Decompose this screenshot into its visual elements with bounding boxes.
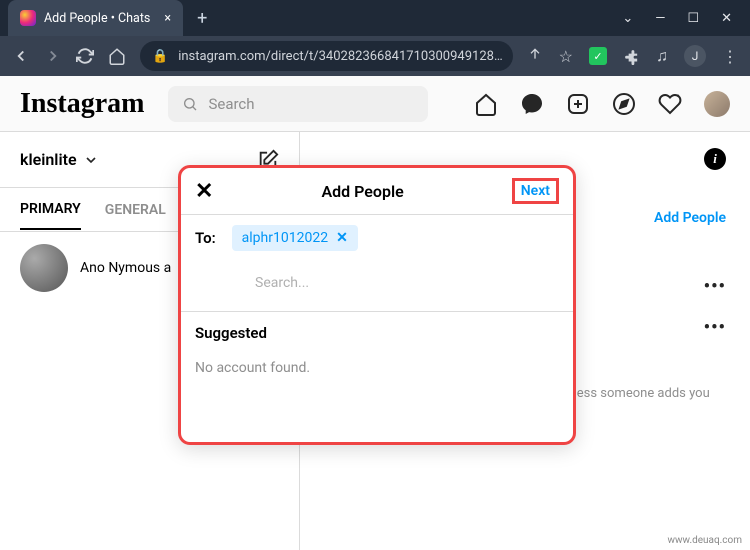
browser-titlebar: Add People • Chats × + ⌄ — ☐ ✕ bbox=[0, 0, 750, 36]
maximize-icon[interactable]: ☐ bbox=[687, 11, 699, 26]
info-icon[interactable]: i bbox=[704, 148, 726, 170]
account-selector[interactable]: kleinlite bbox=[20, 150, 99, 169]
shield-check-icon[interactable]: ✓ bbox=[589, 47, 607, 65]
instagram-header: Instagram Search bbox=[0, 76, 750, 132]
kebab-icon[interactable]: ⋮ bbox=[722, 47, 738, 66]
reload-icon[interactable] bbox=[76, 47, 94, 65]
new-tab-button[interactable]: + bbox=[197, 8, 207, 29]
add-people-modal: ✕ Add People Next To: alphr1012022 ✕ Sea… bbox=[178, 165, 576, 445]
star-icon[interactable]: ☆ bbox=[559, 47, 573, 66]
window-controls: ⌄ — ☐ ✕ bbox=[622, 11, 750, 26]
extensions-icon[interactable] bbox=[623, 48, 640, 65]
share-icon[interactable] bbox=[527, 48, 543, 64]
modal-header: ✕ Add People Next bbox=[181, 168, 573, 215]
chip-remove-icon[interactable]: ✕ bbox=[336, 230, 348, 246]
chat-name: Ano Nymous a bbox=[80, 260, 171, 276]
browser-profile[interactable]: J bbox=[684, 45, 706, 67]
close-window-icon[interactable]: ✕ bbox=[721, 11, 732, 26]
more-options-icon[interactable]: ••• bbox=[704, 276, 726, 297]
search-placeholder: Search bbox=[208, 95, 254, 113]
heart-icon[interactable] bbox=[658, 92, 682, 116]
dropdown-icon[interactable]: ⌄ bbox=[622, 11, 633, 26]
next-button[interactable]: Next bbox=[512, 178, 559, 204]
lock-icon: 🔒 bbox=[152, 49, 168, 64]
to-row: To: alphr1012022 ✕ Search... bbox=[181, 215, 573, 312]
back-icon[interactable] bbox=[12, 47, 30, 65]
home-icon[interactable] bbox=[108, 47, 126, 65]
recipient-chip[interactable]: alphr1012022 ✕ bbox=[232, 225, 358, 251]
tab-close-icon[interactable]: × bbox=[164, 11, 171, 26]
instagram-logo[interactable]: Instagram bbox=[20, 88, 144, 120]
browser-toolbar: 🔒 instagram.com/direct/t/340282366841710… bbox=[0, 36, 750, 76]
tab-primary[interactable]: PRIMARY bbox=[20, 201, 81, 230]
profile-avatar[interactable] bbox=[704, 91, 730, 117]
messenger-icon[interactable] bbox=[520, 92, 544, 116]
chip-text: alphr1012022 bbox=[242, 230, 328, 246]
watermark: www.deuaq.com bbox=[668, 535, 743, 546]
minimize-icon[interactable]: — bbox=[655, 11, 665, 26]
close-icon[interactable]: ✕ bbox=[195, 179, 213, 204]
instagram-favicon bbox=[20, 10, 36, 26]
search-icon bbox=[182, 96, 198, 112]
url-bar[interactable]: 🔒 instagram.com/direct/t/340282366841710… bbox=[140, 41, 513, 71]
to-label: To: bbox=[195, 229, 216, 247]
more-options-icon[interactable]: ••• bbox=[704, 317, 726, 338]
tab-general[interactable]: GENERAL bbox=[105, 202, 166, 218]
forward-icon[interactable] bbox=[44, 47, 62, 65]
modal-search-input[interactable]: Search... bbox=[195, 267, 559, 301]
explore-icon[interactable] bbox=[612, 92, 636, 116]
chat-avatar bbox=[20, 244, 68, 292]
new-post-icon[interactable] bbox=[566, 92, 590, 116]
instagram-search[interactable]: Search bbox=[168, 86, 428, 122]
home-nav-icon[interactable] bbox=[474, 92, 498, 116]
no-account-text: No account found. bbox=[181, 348, 573, 388]
suggested-heading: Suggested bbox=[181, 312, 573, 348]
media-icon[interactable]: ♫ bbox=[656, 46, 668, 66]
chevron-down-icon bbox=[83, 152, 99, 168]
tab-title: Add People • Chats bbox=[44, 11, 150, 26]
browser-tab[interactable]: Add People • Chats × bbox=[8, 0, 183, 36]
url-text: instagram.com/direct/t/34028236684171030… bbox=[178, 49, 502, 64]
modal-title: Add People bbox=[321, 182, 403, 201]
